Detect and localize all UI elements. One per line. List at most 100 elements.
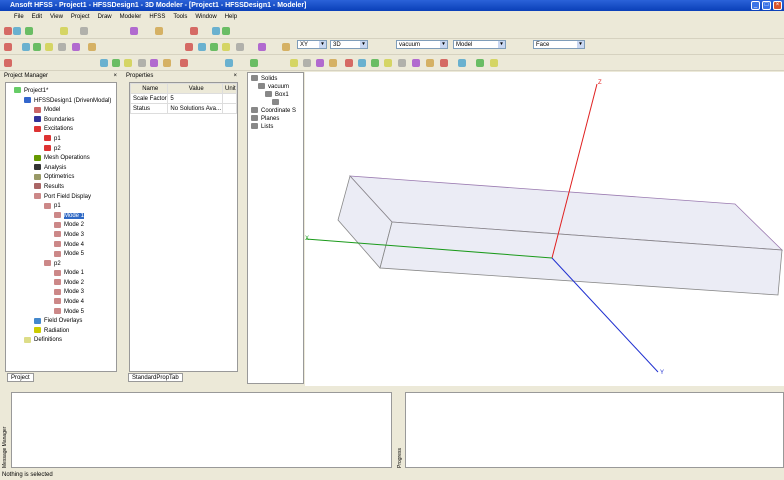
model-tree-item[interactable]: vacuum <box>248 83 303 91</box>
toolbar-button-icon[interactable] <box>290 59 298 67</box>
model-tree-item[interactable]: Lists <box>248 123 303 131</box>
plane-select[interactable]: XY ▾ <box>297 40 327 49</box>
menu-help[interactable]: Help <box>225 12 237 23</box>
tree-item[interactable]: Mode 3 <box>6 288 116 298</box>
toolbar-button-icon[interactable] <box>72 43 80 51</box>
minimize-button[interactable]: _ <box>751 1 760 10</box>
tree-item[interactable]: Mode 5 <box>6 308 116 318</box>
toolbar-button-icon[interactable] <box>180 59 188 67</box>
toolbar-button-icon[interactable] <box>198 43 206 51</box>
model-tree-item[interactable]: Planes <box>248 115 303 123</box>
tree-item[interactable]: Mode 2 <box>6 279 116 289</box>
toolbar-button-icon[interactable] <box>476 59 484 67</box>
3d-viewport[interactable]: Z X Y <box>305 72 784 386</box>
toolbar-button-icon[interactable] <box>358 59 366 67</box>
menu-edit[interactable]: Edit <box>32 12 42 23</box>
menu-window[interactable]: Window <box>195 12 216 23</box>
menu-hfss[interactable]: HFSS <box>149 12 165 23</box>
tree-item[interactable]: Field Overlays <box>6 317 116 327</box>
model-tree-item[interactable] <box>248 99 303 107</box>
toolbar-button-icon[interactable] <box>250 59 258 67</box>
table-row[interactable]: Scale Factor 5 <box>129 93 237 104</box>
toolbar-button-icon[interactable] <box>45 43 53 51</box>
tree-item[interactable]: p1 <box>6 202 116 212</box>
tree-item[interactable]: Radiation <box>6 327 116 337</box>
tree-item[interactable]: Definitions <box>6 336 116 346</box>
toolbar-button-icon[interactable] <box>329 59 337 67</box>
tree-item[interactable]: Project1* <box>6 87 116 97</box>
toolbar-button-icon[interactable] <box>371 59 379 67</box>
menu-modeler[interactable]: Modeler <box>120 12 142 23</box>
toolbar-button-icon[interactable] <box>316 59 324 67</box>
tree-item[interactable]: Mode 4 <box>6 298 116 308</box>
menu-tools[interactable]: Tools <box>173 12 187 23</box>
mode-select[interactable]: Model ▾ <box>453 40 506 49</box>
toolbar-button-icon[interactable] <box>190 27 198 35</box>
menu-project[interactable]: Project <box>71 12 90 23</box>
toolbar-button-icon[interactable] <box>100 59 108 67</box>
toolbar-button-icon[interactable] <box>130 27 138 35</box>
toolbar-button-icon[interactable] <box>398 59 406 67</box>
toolbar-button-icon[interactable] <box>412 59 420 67</box>
tree-item[interactable]: HFSSDesign1 (DrivenModal) <box>6 97 116 107</box>
toolbar-button-icon[interactable] <box>185 43 193 51</box>
tree-item[interactable]: Results <box>6 183 116 193</box>
toolbar-button-icon[interactable] <box>384 59 392 67</box>
toolbar-button-icon[interactable] <box>426 59 434 67</box>
tree-item[interactable]: Mode 3 <box>6 231 116 241</box>
toolbar-button-icon[interactable] <box>138 59 146 67</box>
tree-item[interactable]: Model <box>6 106 116 116</box>
toolbar-button-icon[interactable] <box>112 59 120 67</box>
toolbar-button-icon[interactable] <box>282 43 290 51</box>
toolbar-button-icon[interactable] <box>225 59 233 67</box>
tree-item[interactable]: Optimetrics <box>6 173 116 183</box>
toolbar-button-icon[interactable] <box>458 59 466 67</box>
toolbar-button-icon[interactable] <box>80 27 88 35</box>
toolbar-button-icon[interactable] <box>58 43 66 51</box>
table-row[interactable]: Status No Solutions Ava... <box>129 103 237 114</box>
tree-item[interactable]: p2 <box>6 260 116 270</box>
toolbar-button-icon[interactable] <box>150 59 158 67</box>
toolbar-button-icon[interactable] <box>303 59 311 67</box>
tree-item[interactable]: Analysis <box>6 164 116 174</box>
toolbar-button-icon[interactable] <box>490 59 498 67</box>
toolbar-button-icon[interactable] <box>13 27 21 35</box>
tree-item[interactable]: p1 <box>6 135 116 145</box>
toolbar-button-icon[interactable] <box>33 43 41 51</box>
toolbar-button-icon[interactable] <box>163 59 171 67</box>
toolbar-button-icon[interactable] <box>345 59 353 67</box>
toolbar-button-icon[interactable] <box>4 27 12 35</box>
tree-item[interactable]: p2 <box>6 144 116 155</box>
tree-item[interactable]: Excitations <box>6 125 116 135</box>
toolbar-button-icon[interactable] <box>88 43 96 51</box>
material-select[interactable]: vacuum ▾ <box>396 40 448 49</box>
toolbar-button-icon[interactable] <box>222 27 230 35</box>
menu-file[interactable]: File <box>14 12 24 23</box>
toolbar-button-icon[interactable] <box>236 43 244 51</box>
model-tree-item[interactable]: Box1 <box>248 91 303 99</box>
close-button[interactable]: × <box>773 1 782 10</box>
toolbar-button-icon[interactable] <box>155 27 163 35</box>
toolbar-button-icon[interactable] <box>210 43 218 51</box>
maximize-button[interactable]: □ <box>762 1 771 10</box>
tree-item[interactable]: Mode 5 <box>6 250 116 260</box>
model-tree-item[interactable]: Solids <box>248 75 303 83</box>
toolbar-button-icon[interactable] <box>4 43 12 51</box>
menu-view[interactable]: View <box>50 12 63 23</box>
toolbar-button-icon[interactable] <box>258 43 266 51</box>
view-select[interactable]: 3D ▾ <box>330 40 368 49</box>
tab-standard-prop[interactable]: StandardPropTab <box>128 373 183 382</box>
tree-item[interactable]: Mode 2 <box>6 221 116 231</box>
tab-project[interactable]: Project <box>7 373 34 382</box>
tree-item[interactable]: Boundaries <box>6 116 116 126</box>
tree-item[interactable]: Mode 4 <box>6 240 116 251</box>
toolbar-button-icon[interactable] <box>22 43 30 51</box>
tree-item[interactable]: Port Field Display <box>6 192 116 203</box>
toolbar-button-icon[interactable] <box>60 27 68 35</box>
selection-select[interactable]: Face ▾ <box>533 40 585 49</box>
toolbar-button-icon[interactable] <box>25 27 33 35</box>
toolbar-button-icon[interactable] <box>440 59 448 67</box>
menu-draw[interactable]: Draw <box>98 12 112 23</box>
tree-item[interactable]: Mode 1 <box>6 269 116 279</box>
toolbar-button-icon[interactable] <box>4 59 12 67</box>
